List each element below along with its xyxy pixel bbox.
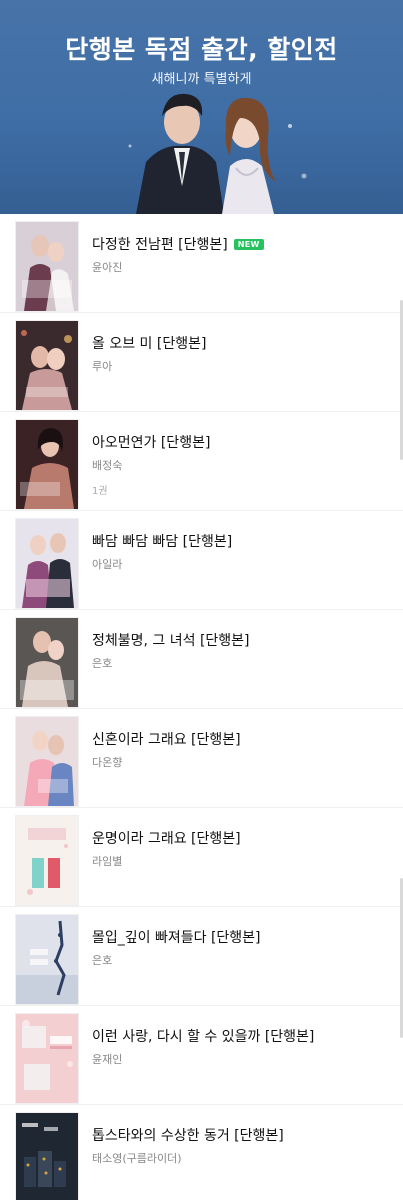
promo-banner[interactable]: 단행본 독점 출간, 할인전 새해니까 특별하게 — [0, 0, 403, 214]
book-cover[interactable] — [16, 717, 78, 806]
book-title-text: 운명이라 그래요 [단행본] — [92, 831, 241, 847]
book-title-text: 정체불명, 그 녀석 [단행본] — [92, 633, 250, 649]
book-cover[interactable] — [16, 1014, 78, 1103]
book-cover[interactable] — [16, 321, 78, 410]
book-cover[interactable] — [16, 420, 78, 509]
book-author: 은호 — [92, 954, 113, 967]
book-item[interactable]: 빠담 빠담 빠담 [단행본] 아일라 — [0, 511, 403, 610]
book-cover[interactable] — [16, 618, 78, 707]
book-cover[interactable] — [16, 519, 78, 608]
book-title-text: 올 오브 미 [단행본] — [92, 336, 207, 352]
book-item[interactable]: 정체불명, 그 녀석 [단행본] 은호 — [0, 610, 403, 709]
book-author: 루아 — [92, 360, 113, 373]
book-cover[interactable] — [16, 915, 78, 1004]
book-author: 라임별 — [92, 855, 123, 868]
banner-illustration — [128, 93, 307, 214]
book-author: 태소영(구름라이더) — [92, 1152, 182, 1165]
book-title-text: 신혼이라 그래요 [단행본] — [92, 732, 241, 748]
book-title: 아오먼연가 [단행본] — [92, 432, 210, 452]
book-title: 톱스타와의 수상한 동거 [단행본] — [92, 1125, 284, 1145]
book-author: 아일라 — [92, 558, 123, 571]
book-title: 신혼이라 그래요 [단행본] — [92, 729, 241, 749]
book-cover[interactable] — [16, 1113, 78, 1200]
book-title-text: 다정한 전남편 [단행본] — [92, 237, 228, 253]
book-title: 다정한 전남편 [단행본] NEW — [92, 234, 264, 254]
book-cover[interactable] — [16, 816, 78, 905]
book-item[interactable]: 몰입_깊이 빠져들다 [단행본] 은호 — [0, 907, 403, 1006]
book-author: 배정숙 — [92, 459, 123, 472]
book-title: 운명이라 그래요 [단행본] — [92, 828, 241, 848]
book-item[interactable]: 아오먼연가 [단행본] 배정숙 1권 — [0, 412, 403, 511]
banner-title: 단행본 독점 출간, 할인전 — [65, 35, 338, 64]
volume-count: 1권 — [92, 486, 108, 497]
book-item[interactable]: 이런 사랑, 다시 할 수 있을까 [단행본] 윤재인 — [0, 1006, 403, 1105]
banner-subtitle: 새해니까 특별하게 — [151, 72, 252, 87]
book-author: 은호 — [92, 657, 113, 670]
new-badge: NEW — [233, 239, 264, 250]
book-list: 다정한 전남편 [단행본] NEW 윤아진 올 오브 미 [단행본] 루아 아오… — [0, 214, 403, 1200]
book-author: 윤재인 — [92, 1053, 123, 1066]
book-title-text: 이런 사랑, 다시 할 수 있을까 [단행본] — [92, 1029, 315, 1045]
book-title: 정체불명, 그 녀석 [단행본] — [92, 630, 250, 650]
book-title: 이런 사랑, 다시 할 수 있을까 [단행본] — [92, 1026, 314, 1046]
book-title: 올 오브 미 [단행본] — [92, 333, 206, 353]
book-item[interactable]: 신혼이라 그래요 [단행본] 다온향 — [0, 709, 403, 808]
book-author: 윤아진 — [92, 261, 123, 274]
book-item[interactable]: 톱스타와의 수상한 동거 [단행본] 태소영(구름라이더) — [0, 1105, 403, 1200]
book-title: 몰입_깊이 빠져들다 [단행본] — [92, 927, 261, 947]
book-item[interactable]: 다정한 전남편 [단행본] NEW 윤아진 — [0, 214, 403, 313]
book-item[interactable]: 올 오브 미 [단행본] 루아 — [0, 313, 403, 412]
book-title-text: 몰입_깊이 빠져들다 [단행본] — [92, 930, 261, 946]
book-title-text: 아오먼연가 [단행본] — [92, 435, 211, 451]
book-title-text: 빠담 빠담 빠담 [단행본] — [92, 534, 233, 550]
book-author: 다온향 — [92, 756, 123, 769]
page: 단행본 독점 출간, 할인전 새해니까 특별하게 다정한 전남편 [단행본] N… — [0, 0, 403, 1200]
book-item[interactable]: 운명이라 그래요 [단행본] 라임별 — [0, 808, 403, 907]
book-cover[interactable] — [16, 222, 78, 311]
book-title: 빠담 빠담 빠담 [단행본] — [92, 531, 232, 551]
book-title-text: 톱스타와의 수상한 동거 [단행본] — [92, 1128, 284, 1144]
